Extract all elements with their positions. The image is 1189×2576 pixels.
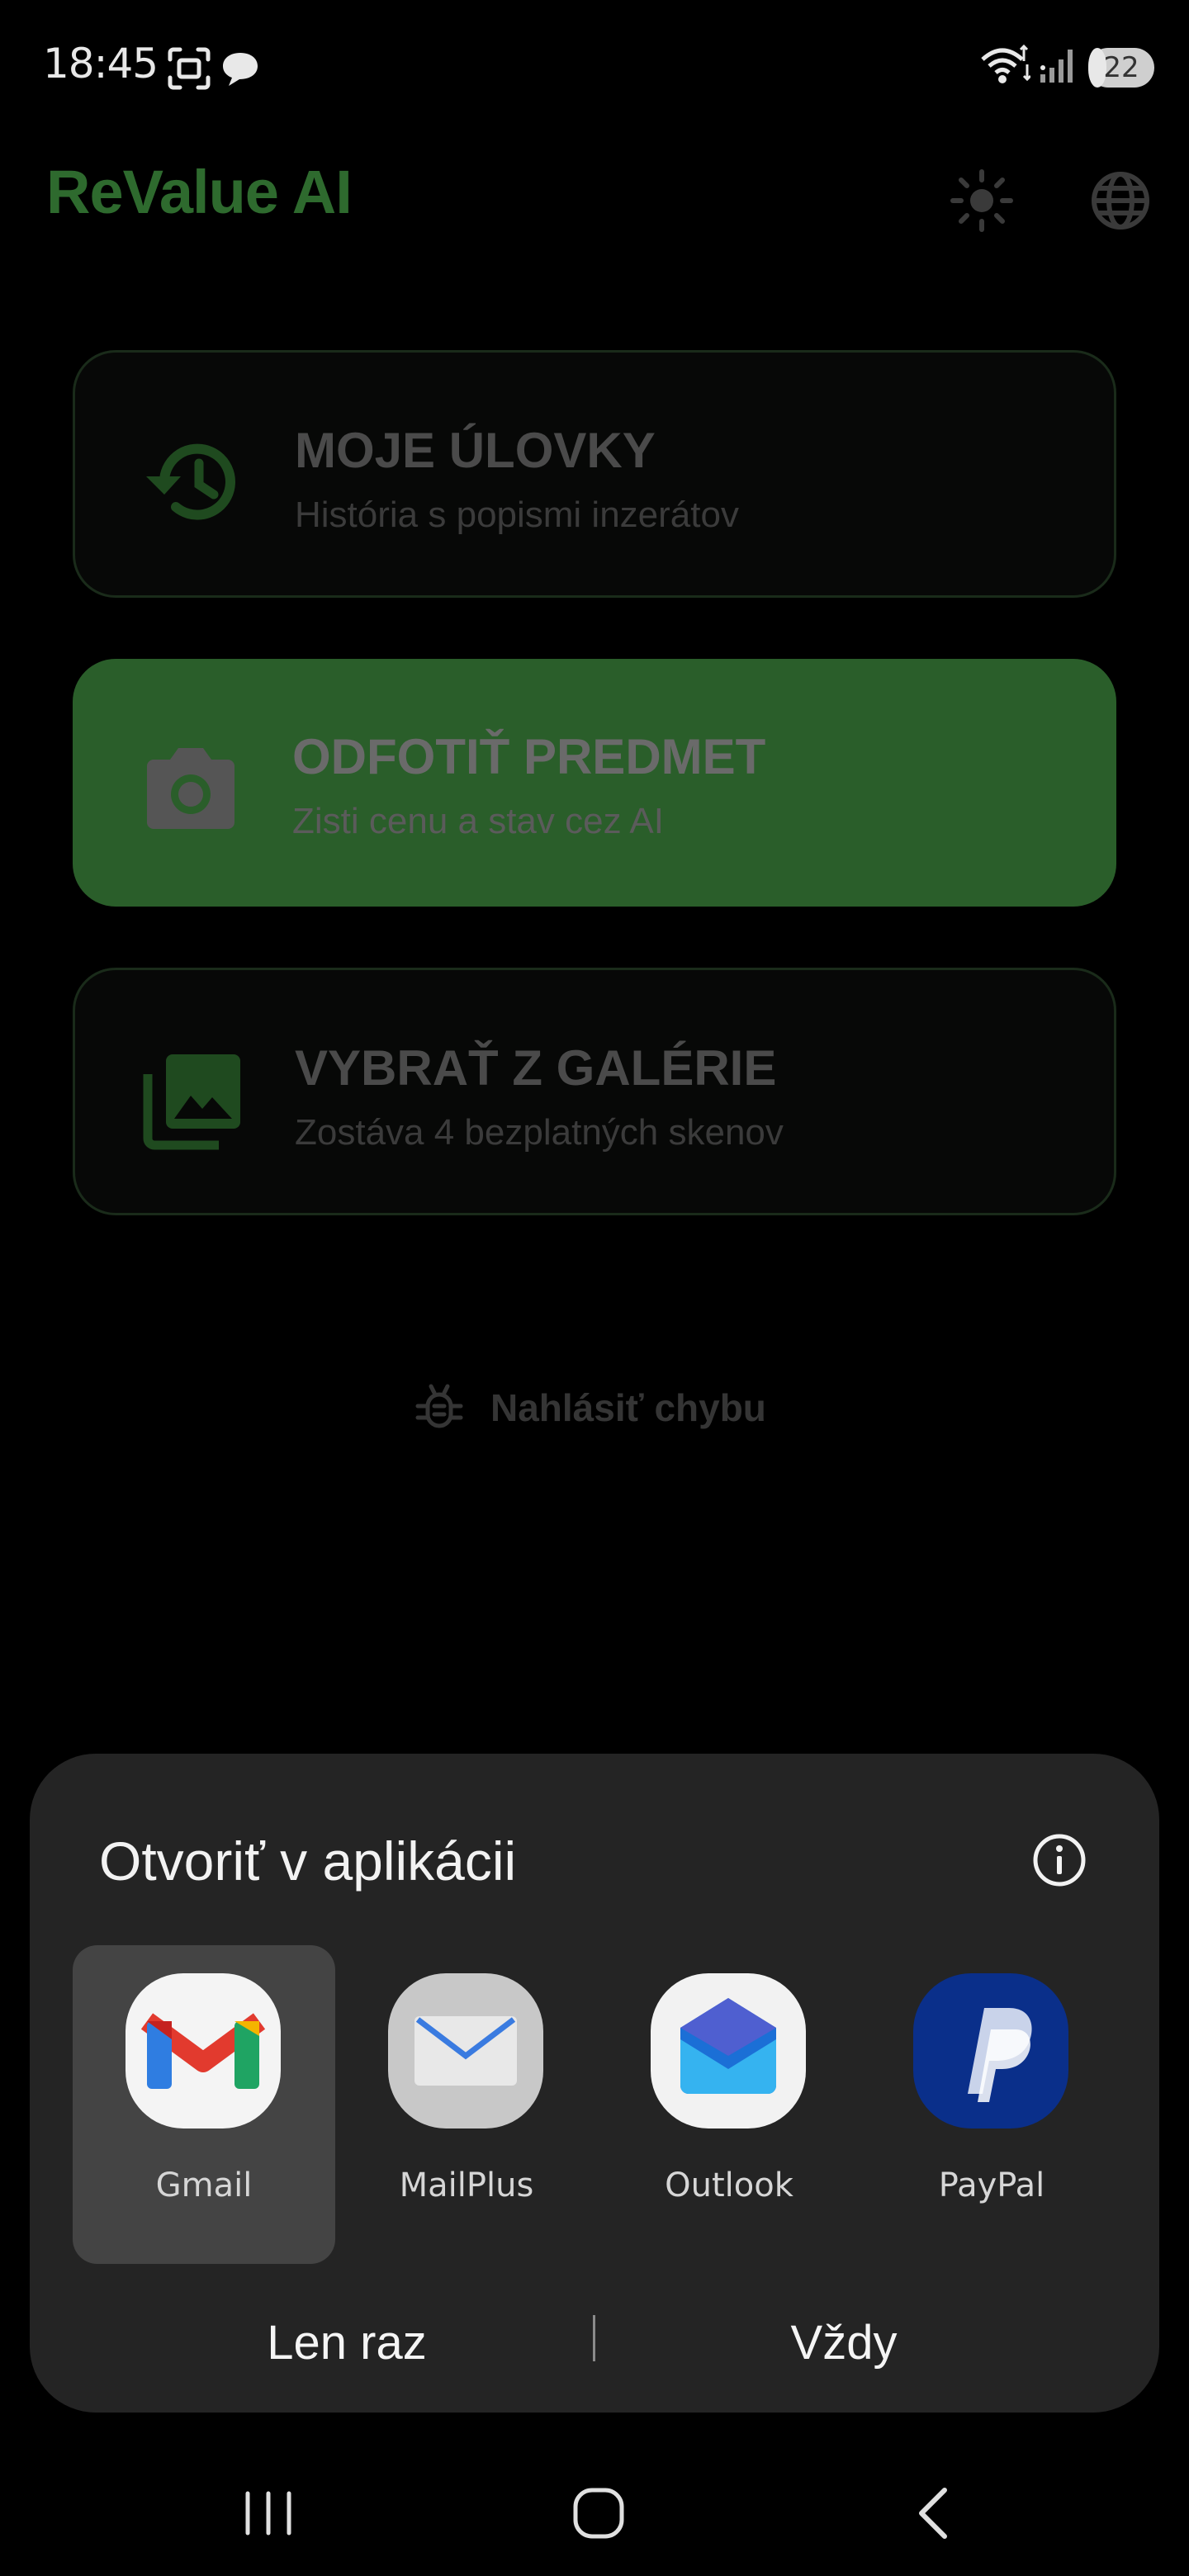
choose-gallery-card[interactable]: VYBRAŤ Z GALÉRIE Zostáva 4 bezplatných s… — [73, 968, 1116, 1215]
camera-icon — [137, 735, 244, 842]
status-time: 18:45 — [43, 40, 159, 88]
app-option-gmail[interactable]: Gmail — [73, 1945, 335, 2264]
app-label: PayPal — [938, 2166, 1045, 2204]
app-option-mailplus[interactable]: MailPlus — [335, 1945, 598, 2264]
card-subtitle: Zisti cenu a stav cez AI — [292, 801, 664, 841]
app-label: Gmail — [155, 2166, 253, 2204]
my-catches-card[interactable]: MOJE ÚLOVKY História s popismi inzerátov — [73, 350, 1116, 598]
report-bug-button[interactable]: Nahlásiť chybu — [413, 1379, 766, 1437]
app-label: MailPlus — [399, 2166, 534, 2204]
card-title: ODFOTIŤ PREDMET — [292, 729, 766, 784]
bug-icon — [413, 1381, 466, 1434]
mailplus-icon — [385, 1970, 547, 2132]
history-icon — [140, 429, 247, 536]
gmail-icon — [122, 1970, 284, 2132]
sheet-title: Otvoriť v aplikácii — [99, 1830, 517, 1892]
signal-icon — [1039, 45, 1080, 86]
screenshot-icon — [167, 46, 211, 91]
battery-level: 22 — [1103, 51, 1139, 84]
info-icon[interactable] — [1032, 1833, 1087, 1887]
status-bar: 18:45 22 — [0, 0, 1189, 132]
card-title: MOJE ÚLOVKY — [295, 423, 656, 478]
card-title: VYBRAŤ Z GALÉRIE — [295, 1040, 777, 1096]
card-subtitle: Zostáva 4 bezplatných skenov — [295, 1112, 784, 1153]
app-title: ReValue AI — [46, 158, 353, 226]
globe-icon[interactable] — [1088, 168, 1153, 233]
app-option-outlook[interactable]: Outlook — [598, 1945, 860, 2264]
sun-icon[interactable] — [950, 168, 1014, 233]
app-option-paypal[interactable]: PayPal — [860, 1945, 1123, 2264]
chat-icon — [220, 48, 261, 89]
just-once-button[interactable]: Len raz — [140, 2315, 553, 2370]
app-label: Outlook — [665, 2166, 793, 2204]
wifi-icon — [979, 43, 1032, 89]
app-screen: 18:45 22 ReValue AI MOJE ÚLOVKY História… — [0, 0, 1189, 2576]
always-button[interactable]: Vždy — [637, 2315, 1050, 2370]
recents-icon[interactable] — [231, 2480, 306, 2546]
open-in-app-sheet: Otvoriť v aplikácii Gmail MailPlus Outlo… — [30, 1754, 1159, 2413]
paypal-icon — [910, 1970, 1072, 2132]
report-bug-label: Nahlásiť chybu — [490, 1386, 766, 1429]
card-subtitle: História s popismi inzerátov — [295, 495, 739, 535]
outlook-icon — [647, 1970, 809, 2132]
battery-icon: 22 — [1087, 46, 1156, 89]
take-photo-card[interactable]: ODFOTIŤ PREDMET Zisti cenu a stav cez AI — [73, 659, 1116, 907]
gallery-icon — [140, 1046, 247, 1153]
home-icon[interactable] — [561, 2480, 636, 2546]
action-divider — [593, 2315, 595, 2361]
navigation-bar — [0, 2444, 1189, 2576]
back-icon[interactable] — [897, 2480, 971, 2546]
